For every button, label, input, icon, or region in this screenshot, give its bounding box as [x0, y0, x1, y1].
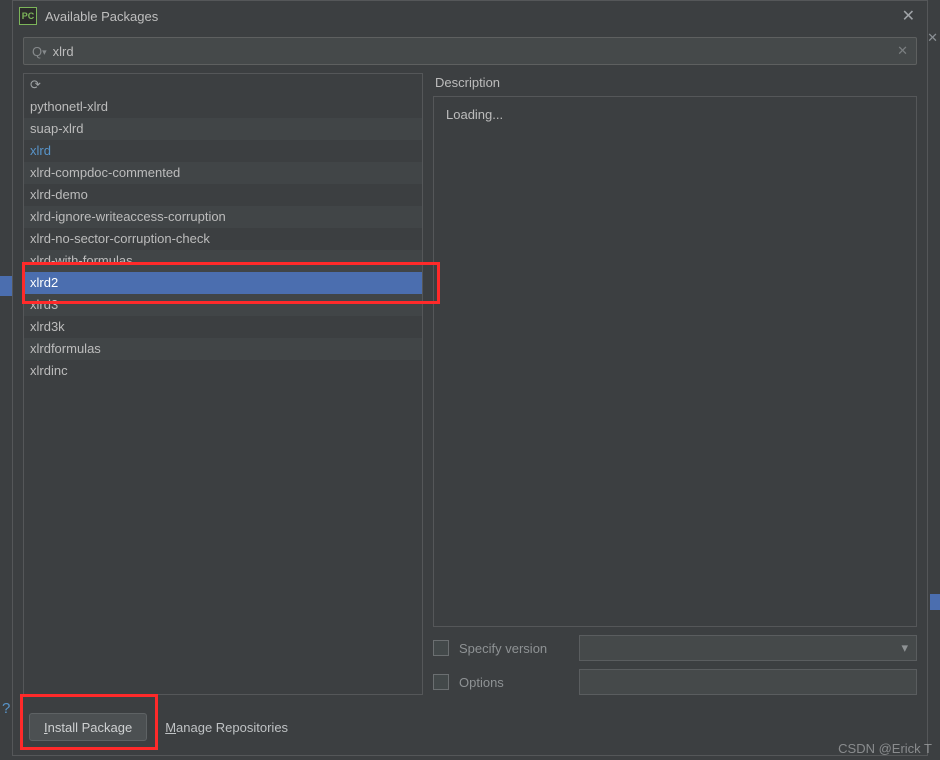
close-icon[interactable]: ✕	[896, 6, 921, 26]
options-input[interactable]	[579, 669, 917, 695]
package-item[interactable]: xlrd-ignore-writeaccess-corruption	[24, 206, 422, 228]
description-pane: Description Loading... Specify version ▾…	[433, 73, 917, 695]
package-item[interactable]: pythonetl-xlrd	[24, 96, 422, 118]
package-list[interactable]: pythonetl-xlrdsuap-xlrdxlrdxlrd-compdoc-…	[24, 96, 422, 694]
available-packages-dialog: PC Available Packages ✕ Q▾ ✕ ⟳ pythonetl…	[12, 0, 928, 756]
options-row: Options	[433, 669, 917, 695]
package-item[interactable]: xlrd-no-sector-corruption-check	[24, 228, 422, 250]
dialog-footer: Install Package Manage Repositories	[13, 699, 927, 755]
package-item[interactable]: xlrd-with-formulas	[24, 250, 422, 272]
manage-repositories-button[interactable]: Manage Repositories	[165, 720, 288, 735]
watermark: CSDN @Erick T	[838, 741, 932, 756]
help-icon[interactable]: ?	[2, 700, 10, 717]
titlebar: PC Available Packages ✕	[13, 1, 927, 31]
package-item[interactable]: xlrdinc	[24, 360, 422, 382]
install-package-button[interactable]: Install Package	[29, 713, 147, 741]
package-item[interactable]: xlrd3	[24, 294, 422, 316]
refresh-icon[interactable]: ⟳	[30, 77, 41, 93]
specify-version-dropdown[interactable]: ▾	[579, 635, 917, 661]
background-close-icon: ✕	[927, 30, 938, 46]
package-item[interactable]: suap-xlrd	[24, 118, 422, 140]
search-input[interactable]	[53, 44, 897, 59]
specify-version-label: Specify version	[459, 641, 569, 656]
clear-search-icon[interactable]: ✕	[897, 43, 908, 59]
package-item[interactable]: xlrd2	[24, 272, 422, 294]
package-item[interactable]: xlrd-demo	[24, 184, 422, 206]
window-title: Available Packages	[45, 9, 896, 24]
options-checkbox[interactable]	[433, 674, 449, 690]
search-icon: Q▾	[32, 44, 47, 59]
package-item[interactable]: xlrd3k	[24, 316, 422, 338]
package-list-pane: ⟳ pythonetl-xlrdsuap-xlrdxlrdxlrd-compdo…	[23, 73, 423, 695]
description-content: Loading...	[433, 96, 917, 627]
package-item[interactable]: xlrd	[24, 140, 422, 162]
description-label: Description	[433, 73, 917, 96]
specify-version-row: Specify version ▾	[433, 635, 917, 661]
chevron-down-icon: ▾	[901, 640, 908, 656]
app-icon: PC	[19, 7, 37, 25]
search-box[interactable]: Q▾ ✕	[23, 37, 917, 65]
options-label: Options	[459, 675, 569, 690]
package-item[interactable]: xlrdformulas	[24, 338, 422, 360]
package-item[interactable]: xlrd-compdoc-commented	[24, 162, 422, 184]
specify-version-checkbox[interactable]	[433, 640, 449, 656]
